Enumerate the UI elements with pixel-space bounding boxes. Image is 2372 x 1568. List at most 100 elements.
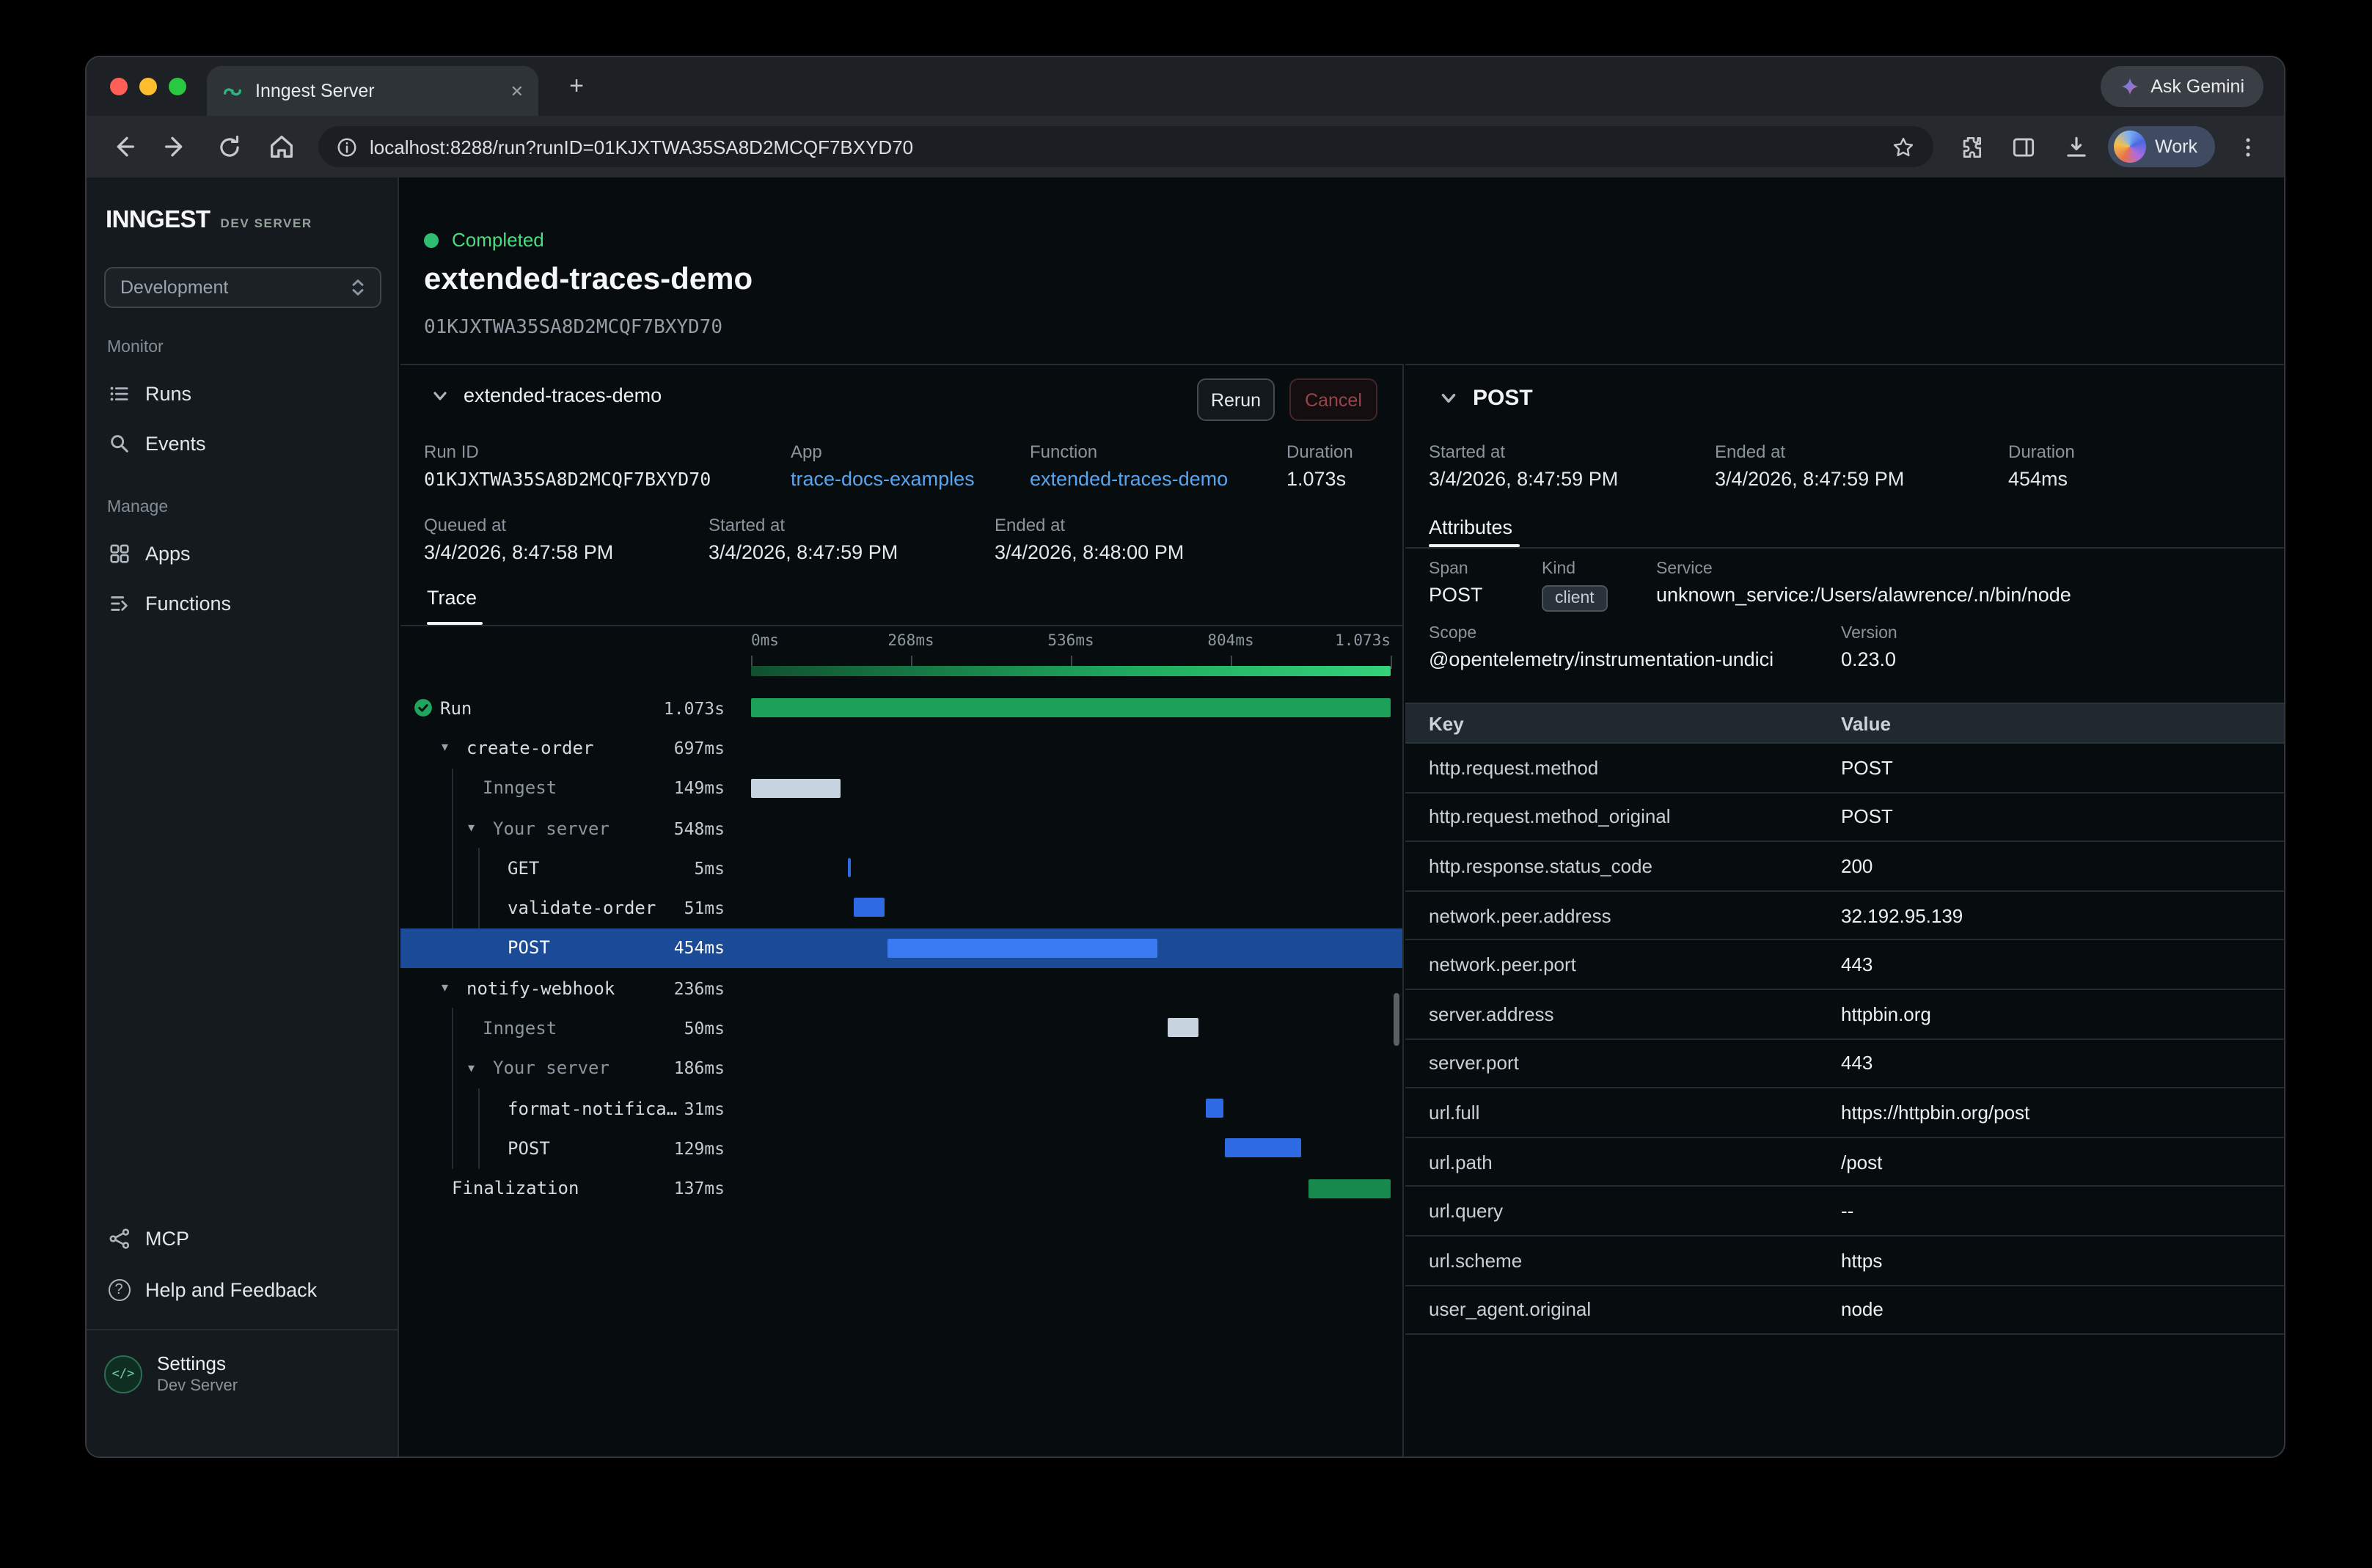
trace-row[interactable]: format-notifica…31ms [400, 1088, 1402, 1129]
span-duration: 50ms [684, 1018, 751, 1038]
sidebar-item-mcp[interactable]: MCP [87, 1219, 399, 1259]
check-circle-icon [414, 698, 433, 717]
bookmark-star-icon[interactable] [1891, 134, 1916, 159]
trace-row[interactable]: ▾create-order697ms [400, 728, 1402, 769]
trace-row[interactable]: POST454ms [400, 928, 1402, 969]
profile-chip[interactable]: Work [2108, 126, 2215, 167]
attr-value: POST [1841, 757, 1893, 779]
meta-value: 3/4/2026, 8:47:59 PM [1429, 468, 1715, 490]
home-button[interactable] [257, 122, 307, 172]
axis-label: 268ms [887, 632, 934, 650]
chevron-down-icon[interactable] [1439, 389, 1458, 408]
waterfall-cell [751, 1008, 1391, 1049]
trace-row-names: ▾create-order697ms [400, 728, 751, 769]
chevron-down-icon[interactable]: ▾ [468, 1062, 486, 1075]
meta-label: Ended at [995, 515, 1184, 535]
trace-row[interactable]: Inngest149ms [400, 768, 1402, 808]
meta-label: Started at [1429, 442, 1715, 462]
span-name: notify-webhook [466, 978, 615, 998]
meta-label: Queued at [424, 515, 709, 535]
trace-row[interactable]: ▾Your server548ms [400, 808, 1402, 849]
cancel-button[interactable]: Cancel [1289, 378, 1377, 421]
close-window-button[interactable] [110, 78, 128, 95]
chevron-down-icon[interactable]: ▾ [468, 821, 486, 835]
attr-value: https [1841, 1249, 1882, 1271]
back-button[interactable] [98, 122, 148, 172]
browser-toolbar: localhost:8288/run?runID=01KJXTWA35SA8D2… [87, 116, 2284, 177]
mcp-icon [107, 1227, 131, 1250]
span-name: Run [440, 697, 472, 718]
sidebar-item-runs[interactable]: Runs [87, 374, 399, 414]
attr-key: http.request.method_original [1429, 806, 1841, 828]
span-info-scope: Scope @opentelemetry/instrumentation-und… [1429, 625, 1773, 670]
trace-row[interactable]: Inngest50ms [400, 1008, 1402, 1049]
extensions-icon[interactable] [1945, 122, 1995, 172]
span-bar [854, 898, 884, 917]
attr-key: network.peer.port [1429, 953, 1841, 975]
meta-value[interactable]: trace-docs-examples [791, 468, 1030, 490]
chevron-down-icon[interactable]: ▾ [442, 981, 459, 994]
sidebar-item-label: Events [145, 433, 206, 455]
trace-row[interactable]: ▾Your server186ms [400, 1048, 1402, 1088]
axis-tick [1391, 656, 1392, 669]
side-panel-icon[interactable] [1998, 122, 2048, 172]
sidebar-section-label: Manage [107, 499, 168, 516]
forward-button[interactable] [151, 122, 201, 172]
span-info-kind: Kind client [1542, 560, 1608, 612]
trace-row[interactable]: Run 1.073s [400, 688, 1402, 728]
dev-server-tag: DEV SERVER [221, 216, 312, 230]
sidebar-item-help-and-feedback[interactable]: ?Help and Feedback [87, 1270, 399, 1310]
span-pane-header[interactable]: POST [1439, 386, 1533, 411]
attributes-table: http.request.methodPOST http.request.meth… [1405, 744, 2284, 1335]
trace-row[interactable]: POST129ms [400, 1129, 1402, 1169]
site-info-icon[interactable] [336, 136, 358, 158]
new-tab-button[interactable]: + [559, 69, 594, 104]
trace-row[interactable]: GET5ms [400, 848, 1402, 888]
attr-key: http.request.method [1429, 757, 1841, 779]
attr-key: url.full [1429, 1102, 1841, 1124]
functions-icon [107, 592, 131, 615]
meta-value[interactable]: extended-traces-demo [1030, 468, 1286, 490]
waterfall-cell [751, 1129, 1391, 1169]
rerun-button[interactable]: Rerun [1197, 378, 1275, 421]
meta-started-at: Started at 3/4/2026, 8:47:59 PM [1429, 442, 1715, 490]
settings-block[interactable]: </> Settings Dev Server [87, 1329, 398, 1457]
scrollbar-thumb[interactable] [1394, 993, 1399, 1046]
sidebar-item-label: Help and Feedback [145, 1279, 317, 1301]
span-info-span: Span POST [1429, 560, 1483, 606]
tab-trace[interactable]: Trace [427, 587, 477, 609]
trace-row[interactable]: ▾notify-webhook236ms [400, 968, 1402, 1008]
sidebar-item-functions[interactable]: Functions [87, 584, 399, 623]
meta-value: 3/4/2026, 8:48:00 PM [995, 541, 1184, 563]
browser-tab[interactable]: Inngest Server ✕ [207, 66, 538, 116]
url-text[interactable]: localhost:8288/run?runID=01KJXTWA35SA8D2… [370, 136, 1879, 158]
waterfall-cell [751, 928, 1391, 969]
span-duration: 1.073s [664, 697, 751, 718]
trace-pane-header[interactable]: extended-traces-demo [431, 384, 662, 406]
maximize-window-button[interactable] [169, 78, 186, 95]
span-bar [751, 698, 1391, 717]
tab-attributes[interactable]: Attributes [1429, 516, 1512, 538]
sidebar-item-apps[interactable]: Apps [87, 534, 399, 574]
run-status: Completed [424, 229, 544, 251]
tab-close-icon[interactable]: ✕ [510, 81, 524, 100]
meta-label: Function [1030, 442, 1286, 462]
axis-label: 1.073s [1335, 632, 1391, 650]
browser-menu-icon[interactable] [2222, 122, 2272, 172]
kind-label: Kind [1542, 560, 1608, 578]
waterfall-cell [751, 768, 1391, 808]
environment-select[interactable]: Development [104, 267, 381, 308]
reload-button[interactable] [204, 122, 254, 172]
downloads-icon[interactable] [2051, 122, 2101, 172]
sidebar-item-events[interactable]: Events [87, 424, 399, 464]
minimize-window-button[interactable] [139, 78, 157, 95]
trace-row[interactable]: Finalization137ms [400, 1168, 1402, 1209]
chevron-down-icon[interactable]: ▾ [442, 741, 459, 755]
span-name: create-order [466, 738, 593, 758]
trace-row[interactable]: validate-order51ms [400, 888, 1402, 928]
ask-gemini-button[interactable]: Ask Gemini [2101, 66, 2263, 107]
meta-value: 3/4/2026, 8:47:59 PM [1715, 468, 2008, 490]
trace-pane: extended-traces-demo Rerun Cancel Run ID… [400, 364, 1404, 1457]
chevron-down-icon[interactable] [431, 386, 449, 404]
address-bar[interactable]: localhost:8288/run?runID=01KJXTWA35SA8D2… [318, 126, 1933, 167]
